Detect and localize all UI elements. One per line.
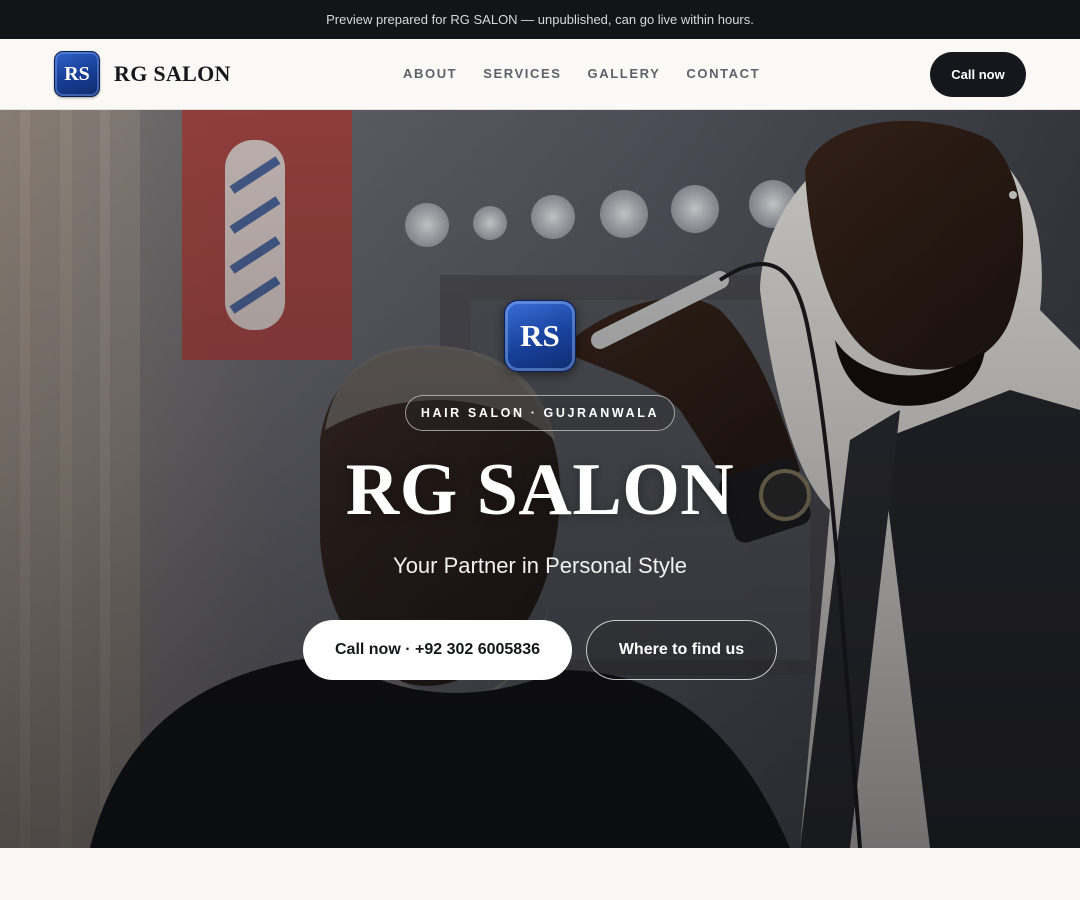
nav-services[interactable]: SERVICES (483, 66, 561, 81)
where-to-find-us-button[interactable]: Where to find us (586, 620, 777, 680)
hero-category-badge: HAIR SALON · GUJRANWALA (405, 395, 675, 431)
next-section-start (0, 848, 1080, 900)
nav-gallery[interactable]: GALLERY (588, 66, 661, 81)
brand-name: RG SALON (114, 61, 231, 86)
hero-content: RS HAIR SALON · GUJRANWALA RG SALON Your… (0, 110, 1080, 848)
nav-about[interactable]: ABOUT (403, 66, 457, 81)
nav-contact[interactable]: CONTACT (686, 66, 760, 81)
preview-banner: Preview prepared for RG SALON — unpublis… (0, 0, 1080, 39)
hero-logo: RS (504, 300, 576, 372)
hero-logo-text: RS (520, 318, 560, 353)
hero-call-now-button[interactable]: Call now · +92 302 6005836 (303, 620, 572, 680)
hero-subtitle: Your Partner in Personal Style (393, 553, 687, 578)
header-call-now-button[interactable]: Call now (930, 52, 1026, 97)
hero-section: RS HAIR SALON · GUJRANWALA RG SALON Your… (0, 110, 1080, 848)
brand-home-link[interactable]: RS RG SALON (54, 51, 231, 97)
brand-logo-text: RS (64, 62, 90, 85)
preview-banner-text: Preview prepared for RG SALON — unpublis… (326, 12, 754, 27)
hero-title: RG SALON (345, 449, 735, 531)
brand-logo: RS (54, 51, 100, 97)
main-nav: ABOUT SERVICES GALLERY CONTACT (403, 66, 760, 81)
site-header: RS RG SALON ABOUT SERVICES GALLERY CONTA… (0, 39, 1080, 110)
